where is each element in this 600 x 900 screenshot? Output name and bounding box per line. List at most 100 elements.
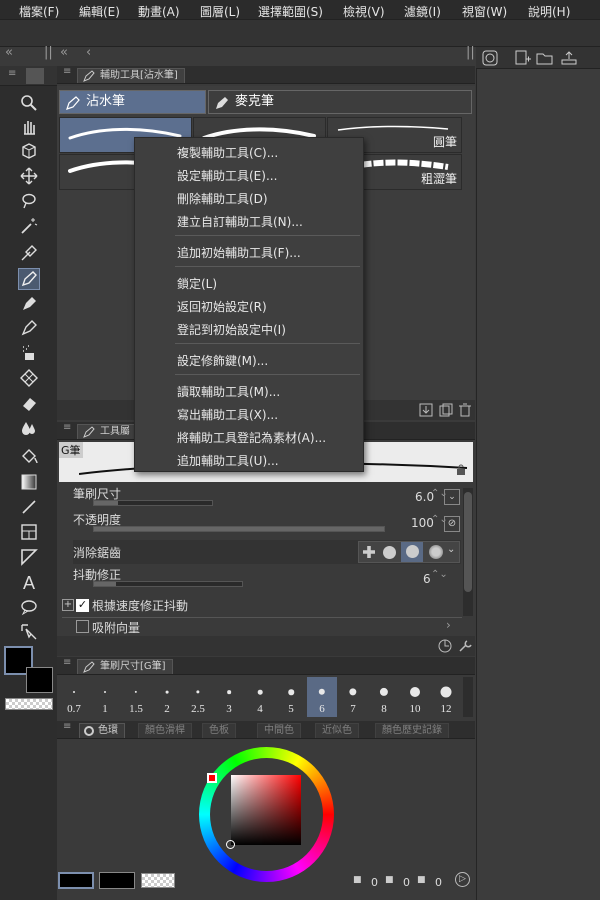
menu-item-register-material[interactable]: 將輔助工具登記為素材(A)... [177, 429, 326, 446]
eraser-tool[interactable] [18, 392, 40, 414]
brush-size-option[interactable]: 6 [307, 677, 337, 717]
blend-mode-icon[interactable]: ⊘ [444, 516, 460, 532]
brush-size-option[interactable]: 2 [152, 677, 182, 717]
collapse-left-icon[interactable]: « [5, 45, 13, 60]
menu-window[interactable]: 視窗(W) [462, 3, 507, 20]
figure-tool[interactable] [18, 496, 40, 518]
menu-item-register-initial[interactable]: 登記到初始設定中(I) [177, 321, 286, 338]
brush-size-slider[interactable] [93, 500, 213, 506]
color-marker[interactable] [226, 840, 235, 849]
brush-size-option[interactable]: 0.7 [59, 677, 89, 717]
opacity-slider[interactable] [93, 526, 385, 532]
snap-vector-checkbox[interactable] [76, 620, 89, 633]
menu-item-create-custom[interactable]: 建立自訂輔助工具(N)... [177, 213, 303, 230]
wrench-icon[interactable] [457, 638, 473, 654]
antialias-weak-icon[interactable] [383, 546, 396, 559]
subtool-tab-marker[interactable]: 麥克筆 [208, 90, 472, 114]
menu-layer[interactable]: 圖層(L) [200, 3, 240, 20]
brush-size-tab[interactable]: 筆刷尺寸[G筆] [77, 659, 173, 674]
collapse-left-icon-2[interactable]: « [60, 45, 68, 60]
brush-size-option[interactable]: 8 [369, 677, 399, 717]
balloon-tool[interactable] [18, 596, 40, 618]
brush-size-option[interactable]: 2.5 [183, 677, 213, 717]
brush-size-option[interactable]: 12 [431, 677, 461, 717]
color-tab-set[interactable]: 色板 [202, 723, 236, 738]
stepper-icon[interactable]: ⌃⌄ [431, 569, 448, 580]
tool-property-tab[interactable]: 工具屬 [77, 424, 137, 439]
brush-size-option[interactable]: 5 [276, 677, 306, 717]
menu-edit[interactable]: 編輯(E) [79, 3, 120, 20]
menu-animation[interactable]: 動畫(A) [138, 3, 180, 20]
saturation-value-square[interactable] [231, 775, 301, 845]
zoom-tool[interactable] [18, 92, 40, 114]
play-icon[interactable]: ▷ [455, 872, 470, 887]
brush-tool[interactable] [18, 317, 40, 339]
sub-color-swatch[interactable] [26, 667, 53, 693]
color-tab-intermediate[interactable]: 中間色 [257, 723, 301, 738]
menu-item-add-initial[interactable]: 追加初始輔助工具(F)... [177, 244, 301, 261]
ruler-tool[interactable] [18, 546, 40, 568]
chevron-left-icon[interactable]: ‹ [86, 45, 91, 60]
menu-item-add-subtool[interactable]: 追加輔助工具(U)... [177, 452, 279, 469]
open-folder-icon[interactable] [536, 50, 554, 66]
sub-color-chip[interactable] [99, 872, 135, 889]
chevron-right-icon[interactable]: › [446, 618, 451, 632]
menu-selection[interactable]: 選擇範圍(S) [258, 3, 323, 20]
spiral-icon[interactable] [482, 50, 498, 66]
color-tab-wheel[interactable]: 色環 [79, 723, 125, 738]
pen-tool[interactable] [18, 268, 40, 290]
color-tab-slider[interactable]: 顏色滑桿 [138, 723, 192, 738]
trash-icon[interactable] [458, 403, 472, 417]
color-tab-history[interactable]: 顏色歷史記錄 [375, 723, 449, 738]
duplicate-icon[interactable] [439, 403, 453, 417]
lasso-tool[interactable] [18, 190, 40, 212]
gradient-tool[interactable] [18, 471, 40, 493]
tool-tab-icon[interactable] [26, 68, 44, 84]
menu-item-lock[interactable]: 鎖定(L) [177, 275, 217, 292]
speed-correction-checkbox[interactable]: ✓ [76, 599, 89, 612]
decoration-tool[interactable] [18, 367, 40, 389]
brush-size-option[interactable]: 7 [338, 677, 368, 717]
menu-item-reset[interactable]: 返回初始設定(R) [177, 298, 267, 315]
menu-item-settings[interactable]: 設定輔助工具(E)... [177, 167, 277, 184]
main-color-chip[interactable] [58, 872, 94, 889]
stabilization-value[interactable]: 6 [423, 572, 431, 586]
antialias-none-icon[interactable] [363, 546, 375, 558]
brush-size-option[interactable]: 10 [400, 677, 430, 717]
brush-size-option[interactable]: 1.5 [121, 677, 151, 717]
airbrush-tool[interactable] [18, 342, 40, 364]
transparent-color-chip[interactable] [141, 873, 175, 888]
tool-settings-icon[interactable] [437, 638, 453, 654]
eyedropper-tool[interactable] [18, 242, 40, 264]
tool-property-scrollbar[interactable] [463, 488, 473, 616]
blend-tool[interactable] [18, 417, 40, 439]
new-file-icon[interactable] [514, 50, 532, 66]
frame-tool[interactable] [18, 521, 40, 543]
export-icon[interactable] [560, 50, 578, 66]
lock-icon[interactable] [455, 464, 467, 476]
hue-marker[interactable] [207, 773, 217, 783]
brush-size-row[interactable]: 筆刷尺寸 6.0 ⌃⌄ [73, 485, 461, 507]
brush-size-option[interactable]: 3 [214, 677, 244, 717]
move-tool[interactable] [18, 165, 40, 187]
subtool-panel-tab[interactable]: 輔助工具[沾水筆] [77, 68, 185, 83]
menu-view[interactable]: 檢視(V) [343, 3, 385, 20]
magic-wand-tool[interactable] [18, 215, 40, 237]
color-tab-approximate[interactable]: 近似色 [315, 723, 359, 738]
subtool-tab-dip-pen[interactable]: 沾水筆 [59, 90, 206, 114]
antialias-strong-icon[interactable] [429, 545, 443, 559]
pressure-toggle[interactable]: ⌄ [444, 489, 460, 505]
hand-tool[interactable] [18, 116, 40, 138]
fill-tool[interactable] [18, 446, 40, 468]
menu-filter[interactable]: 濾鏡(I) [404, 3, 441, 20]
text-tool[interactable]: A [18, 571, 40, 593]
menu-item-export[interactable]: 寫出輔助工具(X)... [177, 406, 278, 423]
import-icon[interactable] [419, 403, 433, 417]
pencil-tool[interactable] [18, 293, 40, 315]
brush-size-option[interactable]: 4 [245, 677, 275, 717]
menu-file[interactable]: 檔案(F) [19, 3, 59, 20]
correct-line-tool[interactable] [18, 621, 40, 643]
menu-item-duplicate[interactable]: 複製輔助工具(C)... [177, 144, 278, 161]
menu-item-delete[interactable]: 刪除輔助工具(D) [177, 190, 268, 207]
menu-help[interactable]: 說明(H) [528, 3, 570, 20]
